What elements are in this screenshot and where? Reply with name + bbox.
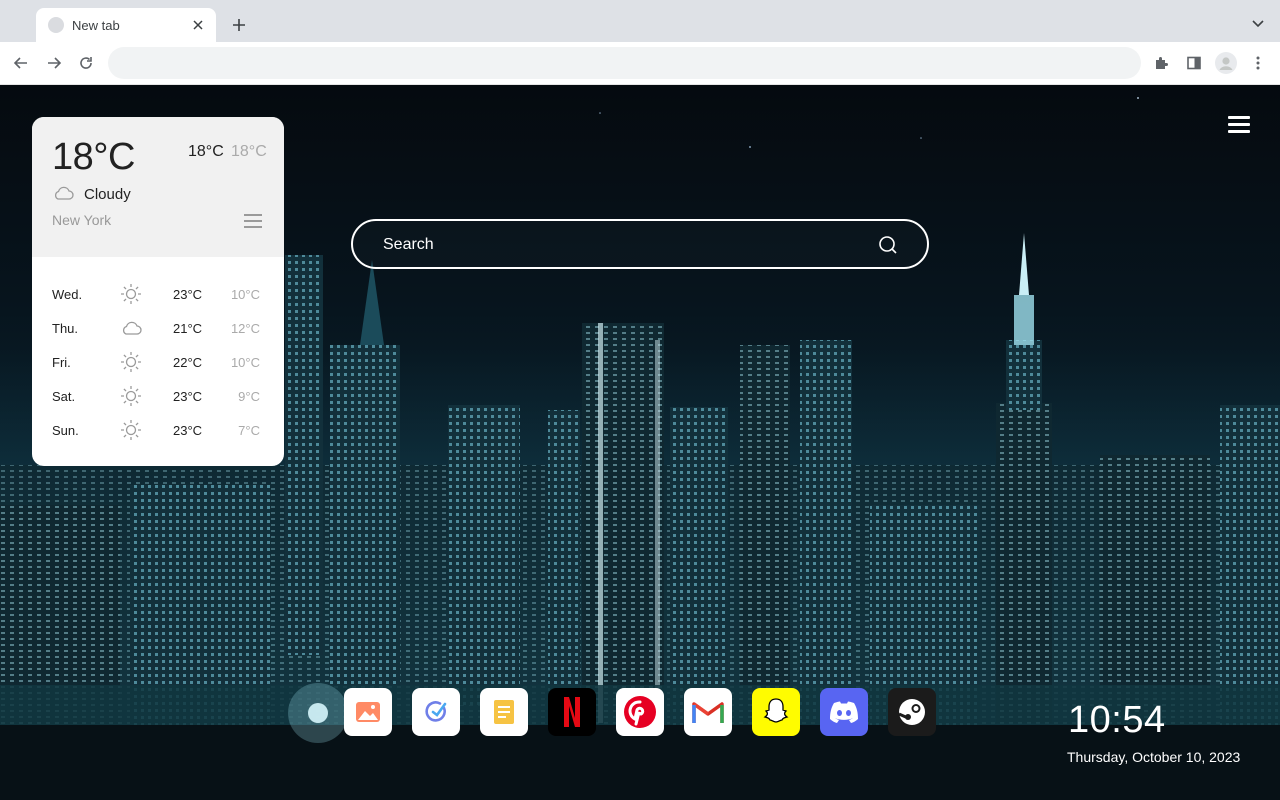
weather-menu-button[interactable] — [244, 214, 262, 229]
discord-icon — [830, 701, 858, 723]
forecast-high: 23°C — [173, 389, 203, 404]
shortcut-photos[interactable] — [344, 688, 392, 736]
notes-icon — [494, 700, 514, 724]
forecast-low: 10°C — [230, 355, 260, 370]
search-icon[interactable] — [877, 234, 899, 256]
steam-icon — [898, 699, 925, 725]
sun-icon — [121, 386, 141, 406]
shortcut-discord[interactable] — [820, 688, 868, 736]
weather-city[interactable]: New York — [52, 212, 111, 228]
forecast-high: 23°C — [173, 423, 203, 438]
shortcut-tasks[interactable] — [412, 688, 460, 736]
shortcut-snapchat[interactable] — [752, 688, 800, 736]
close-icon[interactable] — [190, 17, 206, 33]
tab-new-tab[interactable]: New tab — [36, 8, 216, 42]
pinterest-icon — [624, 696, 656, 728]
list-icon-bar — [244, 214, 262, 216]
tab-strip: New tab — [0, 0, 1280, 42]
shortcut-gmail[interactable] — [684, 688, 732, 736]
menu-icon-bar — [1228, 116, 1250, 119]
forecast-low: 9°C — [238, 389, 260, 404]
menu-icon-bar — [1228, 123, 1250, 126]
shortcut-notes[interactable] — [480, 688, 528, 736]
side-panel-icon — [1187, 56, 1201, 70]
menu-button[interactable] — [1228, 116, 1250, 134]
new-tab-button[interactable] — [228, 14, 250, 36]
sun-icon — [121, 284, 141, 304]
forecast-row: Wed. 23°C 10°C — [32, 277, 284, 311]
forecast-list: Wed. 23°C 10°C Thu. 21°C 12°C Fri. 22°C … — [32, 277, 284, 447]
tab-title: New tab — [72, 17, 120, 33]
weather-current: 18°C 18°C 18°C Cloudy New York — [32, 117, 284, 257]
snapchat-icon — [763, 698, 789, 723]
sun-icon — [121, 352, 141, 372]
search-bar — [351, 219, 929, 269]
list-icon-bar — [244, 220, 262, 222]
cloud-icon — [122, 321, 142, 335]
today-high: 18°C — [188, 143, 224, 160]
forecast-row: Sun. 23°C 7°C — [32, 413, 284, 447]
plus-icon — [233, 19, 245, 31]
sun-icon — [121, 420, 141, 440]
weather-widget: 18°C 18°C 18°C Cloudy New York Wed. 23°C… — [32, 117, 284, 466]
forecast-high: 23°C — [173, 287, 203, 302]
reload-icon — [80, 57, 92, 69]
forecast-day: Wed. — [52, 287, 83, 302]
reload-button[interactable] — [74, 51, 98, 75]
side-panel-button[interactable] — [1182, 51, 1206, 75]
toolbar — [0, 42, 1280, 85]
menu-icon-bar — [1228, 130, 1250, 133]
forward-arrow-icon — [48, 57, 62, 69]
forecast-day: Sun. — [52, 423, 79, 438]
list-icon-bar — [244, 226, 262, 228]
photos-icon — [356, 702, 380, 722]
forecast-row: Sat. 23°C 9°C — [32, 379, 284, 413]
current-temperature: 18°C — [52, 136, 135, 178]
back-button[interactable] — [9, 51, 33, 75]
shortcut-steam[interactable] — [888, 688, 936, 736]
forecast-high: 21°C — [173, 321, 203, 336]
more-vert-icon — [1256, 56, 1260, 70]
back-arrow-icon — [13, 57, 27, 69]
forecast-low: 10°C — [230, 287, 260, 302]
shortcut-netflix[interactable] — [548, 688, 596, 736]
gmail-icon — [692, 702, 724, 723]
puzzle-icon — [1156, 57, 1168, 69]
search-input[interactable] — [383, 233, 863, 257]
new-tab-page: 18°C 18°C 18°C Cloudy New York Wed. 23°C… — [0, 85, 1280, 800]
profile-button[interactable] — [1214, 51, 1238, 75]
clock-date: Thursday, October 10, 2023 — [1067, 749, 1241, 765]
forecast-low: 12°C — [230, 321, 260, 336]
cloud-icon — [54, 186, 74, 200]
weather-condition: Cloudy — [84, 186, 131, 203]
forecast-high: 22°C — [173, 355, 203, 370]
forecast-row: Thu. 21°C 12°C — [32, 311, 284, 345]
clock-time: 10:54 — [1068, 699, 1166, 741]
tab-search-button[interactable] — [1248, 14, 1268, 34]
tasks-icon — [425, 701, 447, 722]
netflix-icon — [564, 697, 580, 727]
forward-button[interactable] — [42, 51, 66, 75]
address-bar[interactable] — [108, 47, 1141, 79]
forecast-low: 7°C — [238, 423, 260, 438]
extensions-button[interactable] — [1150, 51, 1174, 75]
forecast-day: Thu. — [52, 321, 79, 336]
today-low: 18°C — [231, 143, 267, 160]
forecast-row: Fri. 22°C 10°C — [32, 345, 284, 379]
chevron-down-icon — [1252, 20, 1264, 28]
more-menu-button[interactable] — [1246, 51, 1270, 75]
shortcut-pinterest[interactable] — [616, 688, 664, 736]
forecast-day: Fri. — [52, 355, 71, 370]
favicon-icon — [48, 17, 64, 33]
profile-icon — [1215, 52, 1237, 74]
forecast-day: Sat. — [52, 389, 76, 404]
